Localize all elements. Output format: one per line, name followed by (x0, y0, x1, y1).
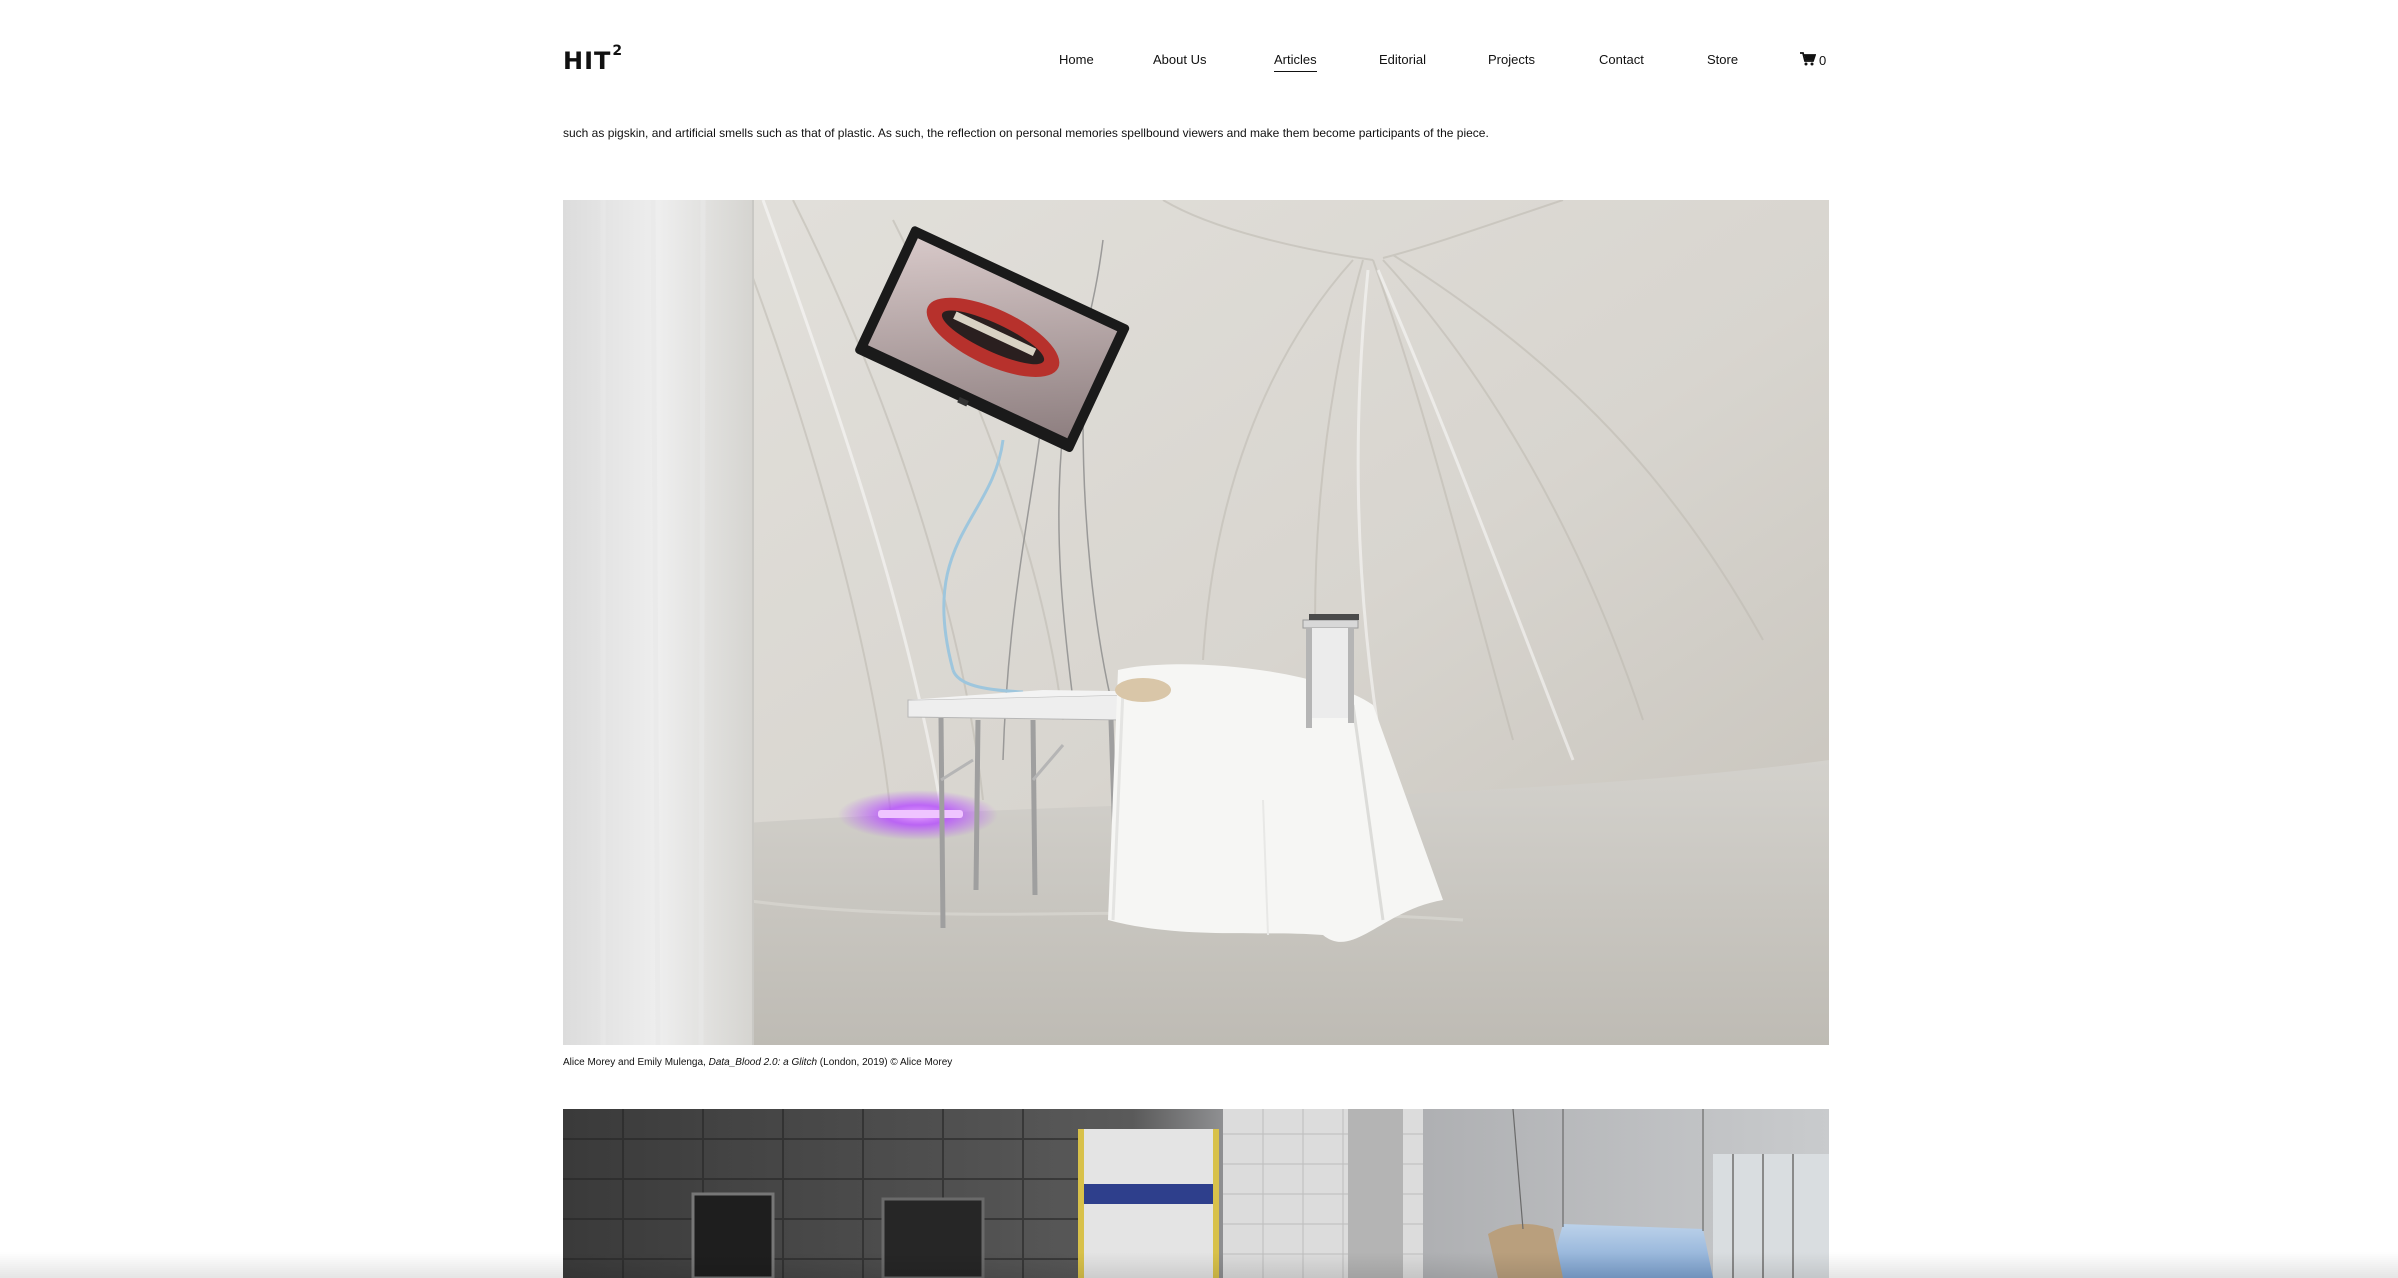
nav-about-us[interactable]: About Us (1153, 52, 1206, 67)
logo-superscript: 2 (612, 43, 624, 59)
logo-text: HIT (563, 47, 612, 75)
site-header: HIT2 Home About Us Articles Editorial Pr… (563, 40, 1829, 84)
caption-credit: Alice Morey and Emily Mulenga, (563, 1057, 709, 1068)
nav-editorial[interactable]: Editorial (1379, 52, 1426, 67)
cart-button[interactable]: 0 (1800, 52, 1826, 69)
figure-caption: Alice Morey and Emily Mulenga, Data_Bloo… (563, 1057, 952, 1068)
article-image-second (563, 1109, 1829, 1278)
cart-icon (1800, 52, 1819, 69)
nav-store[interactable]: Store (1707, 52, 1738, 67)
main-nav: Home About Us Articles Editorial Project… (1059, 52, 1829, 76)
article-paragraph: such as pigskin, and artificial smells s… (563, 126, 1489, 140)
cart-count: 0 (1819, 53, 1827, 68)
caption-title: Data_Blood 2.0: a Glitch (708, 1057, 818, 1068)
nav-home[interactable]: Home (1059, 52, 1094, 67)
nav-contact[interactable]: Contact (1599, 52, 1644, 67)
caption-location: (London, 2019) © Alice Morey (817, 1057, 953, 1068)
page: HIT2 Home About Us Articles Editorial Pr… (0, 0, 2398, 1278)
nav-articles[interactable]: Articles (1274, 52, 1317, 72)
nav-projects[interactable]: Projects (1488, 52, 1535, 67)
article-image-installation (563, 200, 1829, 1045)
site-logo[interactable]: HIT2 (563, 43, 623, 75)
